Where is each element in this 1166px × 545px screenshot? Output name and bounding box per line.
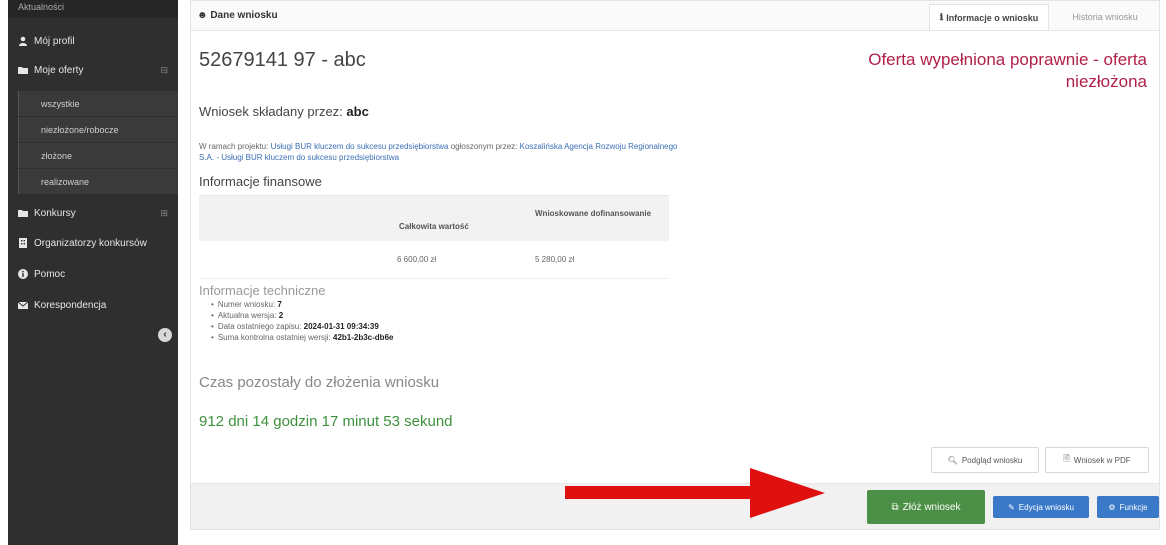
submitted-by: Wniosek składany przez: abc	[199, 104, 369, 119]
table-header-row: Całkowita wartość Wnioskowane dofinansow…	[199, 195, 669, 241]
envelope-icon	[18, 300, 28, 310]
submit-application-button[interactable]: ⧉ Złóż wniosek	[867, 490, 985, 524]
list-item: Data ostatniego zapisu: 2024-01-31 09:34…	[211, 321, 393, 332]
panel-title: ☻ Dane wniosku	[197, 10, 278, 21]
sidebar-item-label: Mój profil	[34, 35, 75, 47]
finance-title: Informacje finansowe	[199, 174, 322, 189]
list-item: Numer wniosku: 7	[211, 299, 393, 310]
sidebar-item-label: Pomoc	[34, 268, 66, 280]
sidebar-item-correspondence[interactable]: Korespondencja	[8, 294, 178, 316]
sidebar-item-label: Moje oferty	[34, 64, 84, 76]
tech-info-title: Informacje techniczne	[199, 283, 326, 298]
tech-info-list: Numer wniosku: 7 Aktualna wersja: 2 Data…	[211, 299, 394, 343]
panel-header: ☻ Dane wniosku ℹ Informacje o wniosku His…	[191, 1, 1159, 31]
user-icon	[18, 36, 28, 46]
search-icon: 🔍︎	[947, 455, 958, 465]
folder-icon	[18, 65, 28, 75]
user-icon: ☻	[197, 10, 211, 21]
project-link[interactable]: Usługi BUR kluczem do sukcesu przedsiębi…	[271, 142, 449, 151]
application-number: 52679141 97 - abc	[199, 49, 366, 71]
sidebar-item-contests[interactable]: Konkursy ⊞	[8, 202, 178, 224]
column-header-requested-funding: Wnioskowane dofinansowanie	[535, 209, 652, 218]
project-info: W ramach projektu: Usługi BUR kluczem do…	[199, 142, 678, 162]
info-icon	[18, 269, 28, 279]
application-panel: ☻ Dane wniosku ℹ Informacje o wniosku His…	[190, 0, 1160, 530]
column-header-total-value: Całkowita wartość	[399, 222, 469, 231]
deadline-countdown: 912 dni 14 godzin 17 minut 53 sekund	[199, 413, 453, 430]
edit-application-button[interactable]: ✎ Edycja wniosku	[993, 496, 1089, 518]
deadline-title: Czas pozostały do złożenia wniosku	[199, 374, 440, 391]
share-icon: ⧉	[891, 501, 899, 513]
sidebar: Aktualności Mój profil Moje oferty ⊟ wsz…	[8, 0, 178, 545]
sidebar-item-my-offers[interactable]: Moje oferty ⊟	[8, 59, 178, 81]
info-icon: ℹ	[939, 12, 944, 22]
edit-icon: ✎	[1008, 502, 1015, 512]
main-content: ☻ Dane wniosku ℹ Informacje o wniosku His…	[190, 0, 1166, 545]
sidebar-item-label: Konkursy	[34, 207, 76, 219]
collapse-indicator-icon: ⊟	[160, 64, 168, 75]
sidebar-subitem-all[interactable]: wszystkie	[18, 91, 178, 116]
sidebar-item-label: Korespondencja	[34, 299, 107, 311]
sidebar-item-news[interactable]: Aktualności	[8, 0, 178, 18]
tab-application-info[interactable]: ℹ Informacje o wniosku	[929, 4, 1049, 30]
total-value-cell: 6 600,00 zł	[397, 255, 437, 264]
sidebar-collapse-button[interactable]: ‹	[158, 328, 172, 342]
document-icon: 🗎︎	[1063, 454, 1070, 463]
finance-table: Całkowita wartość Wnioskowane dofinansow…	[199, 195, 669, 279]
sidebar-item-help[interactable]: Pomoc	[8, 263, 178, 285]
folder-icon	[18, 208, 28, 218]
tab-application-history[interactable]: Historia wniosku	[1053, 4, 1157, 30]
list-item: Aktualna wersja: 2	[211, 310, 393, 321]
pdf-application-button[interactable]: 🗎︎ Wniosek w PDF	[1045, 447, 1149, 473]
requested-funding-cell: 5 280,00 zł	[535, 255, 575, 264]
sidebar-item-organizers[interactable]: Organizatorzy konkursów	[8, 232, 178, 254]
sidebar-item-label: Organizatorzy konkursów	[34, 237, 147, 249]
building-icon	[18, 238, 28, 248]
application-status: Oferta wypełniona poprawnie - oferta nie…	[868, 50, 1147, 91]
table-row: 6 600,00 zł 5 280,00 zł	[199, 241, 669, 279]
gear-icon: ⚙	[1108, 502, 1116, 512]
sidebar-item-profile[interactable]: Mój profil	[8, 30, 178, 52]
functions-button[interactable]: ⚙ Funkcje	[1097, 496, 1159, 518]
preview-application-button[interactable]: 🔍︎ Podgląd wniosku	[931, 447, 1039, 473]
app-window: Aktualności Mój profil Moje oferty ⊟ wsz…	[0, 0, 1166, 545]
list-item: Suma kontrolna ostatniej wersji: 42b1-2b…	[211, 332, 394, 343]
red-arrow-annotation	[565, 468, 825, 518]
sidebar-subitem-in-progress[interactable]: realizowane	[18, 169, 178, 194]
sidebar-subitem-drafts[interactable]: niezłożone/robocze	[18, 117, 178, 142]
sidebar-subitem-submitted[interactable]: złożone	[18, 143, 178, 168]
expand-indicator-icon: ⊞	[160, 207, 168, 218]
